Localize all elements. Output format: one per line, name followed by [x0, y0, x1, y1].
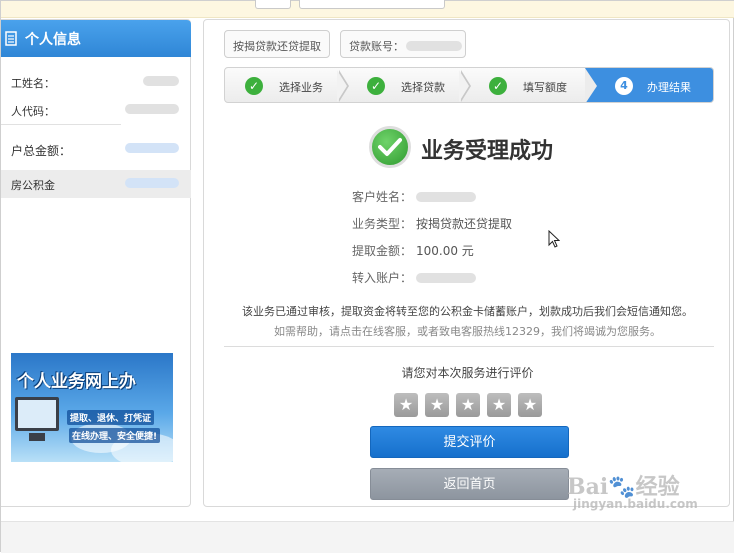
submit-rating-button[interactable]: 提交评价 — [370, 426, 569, 458]
divider — [224, 346, 714, 347]
star-icon[interactable]: ★ — [394, 393, 418, 417]
step-3: ✓ 填写额度 — [469, 68, 585, 102]
check-icon: ✓ — [367, 77, 385, 95]
personal-info-header: 个人信息 — [1, 20, 191, 57]
redacted-value — [125, 143, 179, 153]
success-check-icon — [369, 126, 411, 168]
info-label-name: 工姓名： — [11, 77, 55, 90]
toolbar-field[interactable] — [299, 0, 445, 9]
result-panel: 按揭贷款还贷提取 贷款账号： ✓ 选择业务 ✓ 选择贷款 ✓ 填写额度 4 办理… — [203, 19, 730, 507]
tab-loan-account[interactable]: 贷款账号： — [340, 30, 466, 58]
field-key: 提取金额： — [351, 244, 412, 258]
banner-subtitle-2: 在线办理、安全便捷! — [69, 428, 161, 443]
document-icon — [5, 31, 17, 46]
check-icon: ✓ — [489, 77, 507, 95]
redacted-value — [125, 178, 179, 188]
online-service-banner[interactable]: 个人业务网上办 提取、退休、打凭证 在线办理、安全便捷! — [11, 353, 173, 462]
divider — [1, 124, 121, 125]
back-home-button[interactable]: 返回首页 — [370, 468, 569, 500]
field-key: 转入账户： — [351, 271, 412, 285]
field-target-account: 转入账户： — [344, 269, 476, 286]
step-1: ✓ 选择业务 — [225, 68, 349, 102]
progress-steps: ✓ 选择业务 ✓ 选择贷款 ✓ 填写额度 4 办理结果 — [224, 67, 714, 103]
success-title: 业务受理成功 — [421, 139, 554, 164]
tab-label: 贷款账号： — [349, 40, 404, 53]
banner-subtitle-1: 提取、退休、打凭证 — [67, 410, 155, 425]
field-key: 客户姓名： — [351, 190, 412, 204]
rating-prompt: 请您对本次服务进行评价 — [401, 366, 534, 380]
star-icon[interactable]: ★ — [518, 393, 542, 417]
step-label: 选择贷款 — [401, 81, 445, 94]
step-4-active: 4 办理结果 — [585, 68, 713, 102]
field-business-type: 业务类型： 按揭贷款还贷提取 — [344, 215, 512, 232]
step-label: 选择业务 — [279, 81, 323, 94]
redacted-value — [406, 41, 462, 51]
top-toolbar-strip — [1, 0, 734, 18]
star-icon[interactable]: ★ — [456, 393, 480, 417]
mouse-cursor-icon — [548, 230, 560, 248]
step-label: 办理结果 — [647, 81, 691, 94]
field-key: 业务类型： — [351, 217, 412, 231]
tab-label: 按揭贷款还贷提取 — [233, 40, 321, 53]
panel-title: 个人信息 — [25, 32, 81, 48]
field-amount: 提取金额： 100.00 元 — [344, 242, 474, 259]
help-notice: 如需帮助，请点击在线客服，或者致电客服热线12329，我们将竭诚为您服务。 — [274, 325, 661, 338]
info-label-fund: 房公积金 — [11, 179, 55, 192]
redacted-value — [143, 76, 179, 86]
step-number: 4 — [615, 77, 633, 95]
star-icon[interactable]: ★ — [487, 393, 511, 417]
personal-info-panel: 个人信息 工姓名： 人代码： 户总金额： 房公积金 个人业务网上办 提取、退休、… — [1, 19, 191, 507]
step-label: 填写额度 — [523, 81, 567, 94]
redacted-value — [416, 192, 476, 202]
info-label-total: 户总金额： — [11, 144, 72, 158]
step-2: ✓ 选择贷款 — [347, 68, 471, 102]
field-value: 按揭贷款还贷提取 — [416, 217, 513, 231]
field-customer-name: 客户姓名： — [344, 188, 476, 205]
tab-loan-repayment[interactable]: 按揭贷款还贷提取 — [224, 30, 330, 58]
redacted-value — [125, 104, 179, 114]
browser-frame: 个人信息 工姓名： 人代码： 户总金额： 房公积金 个人业务网上办 提取、退休、… — [0, 0, 734, 553]
toolbar-button[interactable] — [255, 0, 291, 9]
star-icon[interactable]: ★ — [425, 393, 449, 417]
computer-screen-icon — [15, 397, 59, 431]
approval-notice: 该业务已通过审核，提取资金将转至您的公积金卡储蓄账户，划款成功后我们会短信通知您… — [242, 305, 693, 318]
bottom-strip — [1, 521, 734, 553]
computer-stand-icon — [29, 433, 45, 441]
check-icon: ✓ — [245, 77, 263, 95]
field-value: 100.00 元 — [416, 244, 474, 258]
redacted-value — [416, 273, 476, 283]
info-label-code: 人代码： — [11, 105, 55, 118]
banner-title: 个人业务网上办 — [17, 372, 136, 392]
watermark-url: jingyan.baidu.com — [573, 497, 698, 511]
